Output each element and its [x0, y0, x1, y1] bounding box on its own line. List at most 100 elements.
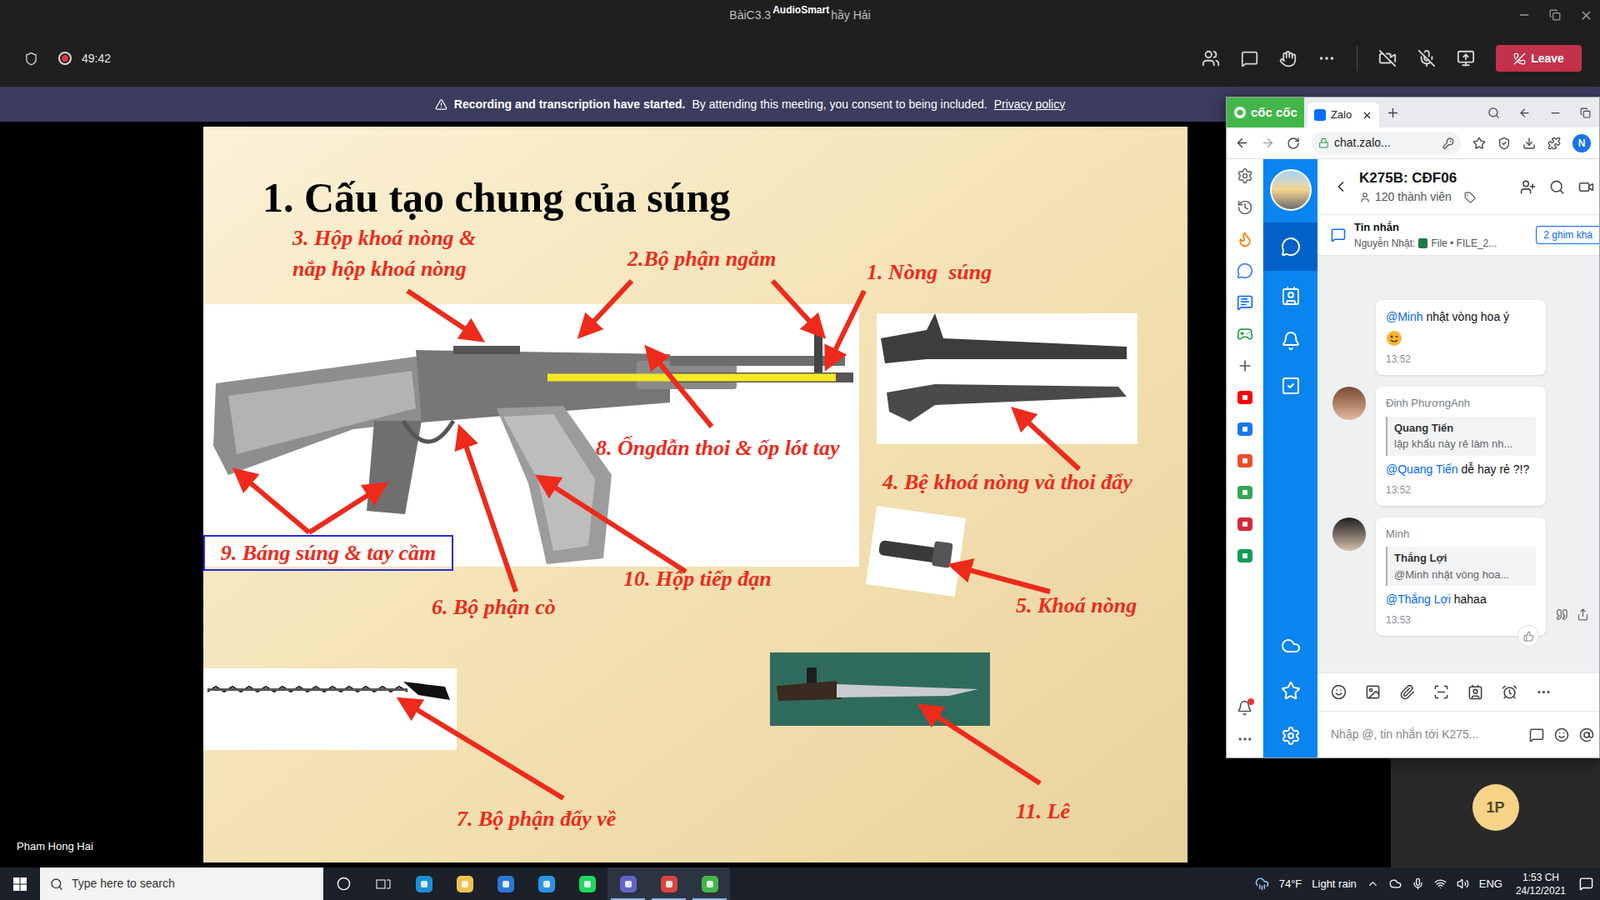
history-icon[interactable] [1236, 199, 1254, 216]
clock[interactable]: 1:53 CH24/12/2021 [1512, 870, 1570, 898]
mention[interactable]: @Thắng Lợi [1385, 592, 1451, 606]
image-icon[interactable] [1365, 684, 1381, 700]
microphone-icon[interactable] [1411, 877, 1425, 890]
hangouts-icon[interactable] [1236, 484, 1254, 501]
search-icon[interactable] [1549, 179, 1565, 195]
notifications-button[interactable] [1236, 700, 1253, 716]
browser-tab[interactable]: Zalo [1307, 102, 1380, 128]
more-icon[interactable] [1236, 730, 1254, 748]
like-button[interactable] [1517, 625, 1540, 647]
profile-avatar[interactable]: N [1572, 134, 1591, 153]
cortana-button[interactable] [323, 867, 364, 900]
emoji-icon[interactable] [1554, 727, 1570, 743]
taskbar-search[interactable]: Type here to search [40, 867, 324, 900]
language-indicator[interactable]: ENG [1479, 875, 1503, 893]
restore-icon[interactable] [1549, 9, 1561, 21]
messenger-icon[interactable] [1236, 262, 1254, 280]
taskbar-app[interactable] [444, 867, 485, 900]
extensions-icon[interactable] [1547, 136, 1561, 150]
add-member-icon[interactable] [1520, 179, 1536, 195]
taskbar-app[interactable] [689, 867, 730, 900]
taskbar-app[interactable] [607, 867, 649, 900]
close-icon[interactable] [1579, 8, 1594, 23]
quoted-message[interactable]: Thắng Lợi@Minh nhật vòng hoa... [1385, 546, 1536, 586]
contacts-icon[interactable] [1280, 285, 1301, 306]
notification-icon[interactable] [1280, 330, 1301, 351]
quoted-message[interactable]: Quang Tiếnlập khẩu này rẻ làm nh... [1385, 416, 1536, 456]
bookmark-icon[interactable] [1472, 136, 1486, 150]
task-view-button[interactable] [363, 867, 404, 900]
settings-icon[interactable] [1280, 725, 1301, 746]
sender-avatar[interactable] [1332, 517, 1366, 551]
start-button[interactable] [0, 867, 40, 900]
pins-button[interactable]: 2 ghim khá [1535, 225, 1600, 245]
tab-search-icon[interactable] [1487, 106, 1500, 120]
mention[interactable]: @Minh [1385, 310, 1424, 324]
game-icon[interactable] [1236, 325, 1254, 343]
mention[interactable]: @Quang Tiến [1385, 462, 1459, 476]
contact-card-icon[interactable] [1467, 684, 1484, 700]
more-icon[interactable] [1535, 684, 1552, 700]
back-icon[interactable] [1332, 178, 1350, 195]
messages-tab[interactable] [1263, 222, 1318, 271]
reload-icon[interactable] [1286, 136, 1300, 150]
mention-icon[interactable] [1579, 727, 1595, 743]
user-avatar[interactable] [1270, 169, 1312, 211]
taskbar-app[interactable] [485, 867, 526, 900]
chat-icon[interactable] [1240, 50, 1259, 68]
taskbar-app[interactable] [403, 867, 445, 900]
settings-icon[interactable] [1236, 167, 1254, 185]
maximize-icon[interactable] [1580, 107, 1591, 119]
taskbar-app[interactable] [566, 867, 608, 900]
wifi-icon[interactable] [1434, 877, 1447, 890]
close-tab-icon[interactable] [1361, 110, 1373, 121]
message-input[interactable]: Nhập @, tin nhắn tới K275... [1317, 710, 1600, 758]
tiki-icon[interactable] [1236, 515, 1254, 533]
adblock-icon[interactable] [1497, 136, 1511, 150]
new-tab-icon[interactable] [1385, 105, 1400, 120]
screenshot-icon[interactable] [1433, 684, 1450, 700]
forward-icon[interactable] [1260, 135, 1275, 150]
minimize-icon[interactable] [1549, 106, 1562, 120]
weather-icon[interactable] [1255, 876, 1270, 891]
tray-overflow-icon[interactable] [1366, 877, 1380, 890]
todo-icon[interactable] [1280, 375, 1301, 396]
camera-off-icon[interactable] [1378, 49, 1397, 68]
video-call-icon[interactable] [1578, 179, 1595, 195]
cloud-icon[interactable] [1280, 635, 1301, 656]
raise-hand-icon[interactable] [1279, 50, 1297, 68]
taskbar-app[interactable] [648, 867, 690, 900]
sheets-icon[interactable] [1236, 547, 1254, 565]
browser-logo[interactable]: cốc cốc [1226, 97, 1305, 128]
facebook-icon[interactable] [1236, 420, 1254, 438]
hot-icon[interactable] [1236, 230, 1254, 248]
mic-off-icon[interactable] [1417, 49, 1436, 68]
action-center-icon[interactable] [1579, 876, 1594, 891]
reminder-icon[interactable] [1501, 684, 1518, 700]
taskbar-app[interactable] [525, 867, 567, 900]
sender-avatar[interactable] [1332, 386, 1366, 420]
more-icon[interactable] [1317, 49, 1336, 68]
volume-icon[interactable] [1456, 877, 1470, 890]
share-screen-icon[interactable] [1456, 49, 1475, 68]
sticker-icon[interactable] [1330, 684, 1347, 700]
star-icon[interactable] [1280, 680, 1301, 701]
url-field[interactable]: chat.zalo... [1311, 131, 1461, 155]
participant-avatar[interactable]: 1P [1472, 784, 1520, 831]
onedrive-icon[interactable] [1389, 877, 1402, 890]
minimize-icon[interactable] [1517, 8, 1531, 22]
quick-message-icon[interactable] [1529, 727, 1545, 743]
zalo-icon[interactable] [1236, 294, 1254, 311]
browser-window[interactable]: cốc cốcZalochat.zalo...NK275B: CĐF06120 … [1225, 96, 1600, 759]
forward-icon[interactable] [1576, 608, 1590, 621]
download-icon[interactable] [1522, 136, 1536, 150]
add-icon[interactable] [1236, 357, 1254, 375]
tab-back-icon[interactable] [1518, 106, 1531, 120]
back-icon[interactable] [1235, 135, 1250, 150]
shopee-icon[interactable] [1236, 452, 1254, 470]
youtube-icon[interactable] [1236, 389, 1254, 406]
leave-button[interactable]: Leave [1495, 45, 1582, 72]
attach-icon[interactable] [1399, 684, 1415, 700]
reply-icon[interactable] [1555, 608, 1569, 621]
tag-icon[interactable] [1464, 191, 1476, 204]
